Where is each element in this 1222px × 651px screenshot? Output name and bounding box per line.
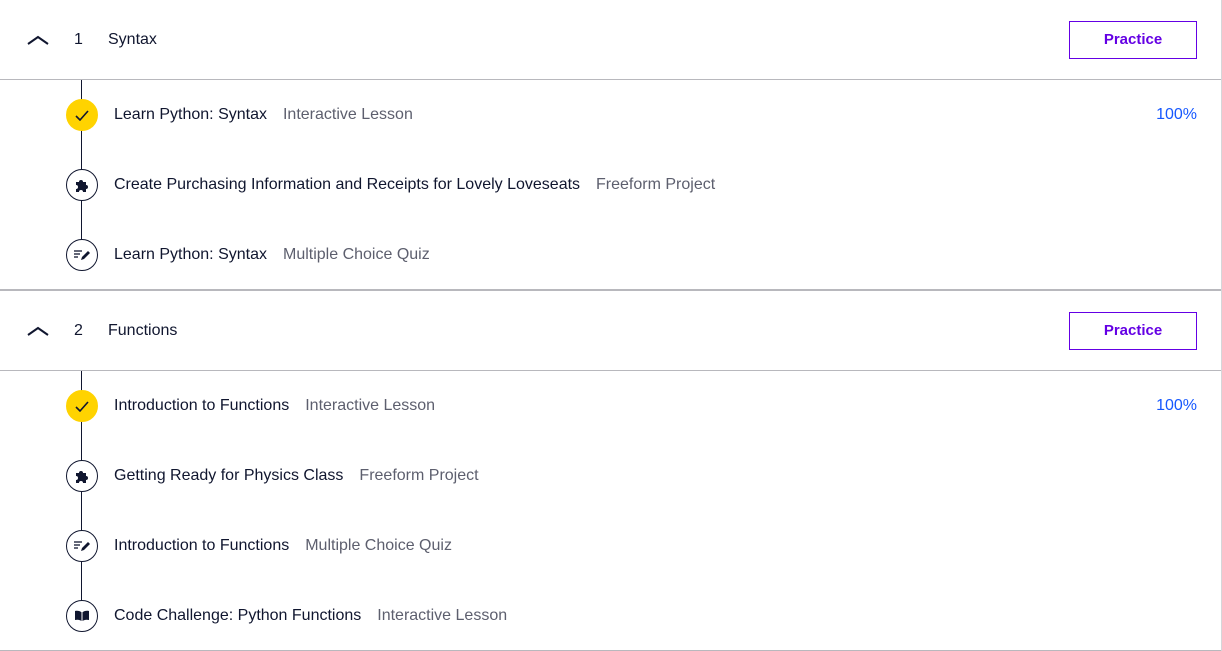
section-header[interactable]: 2 Functions Practice xyxy=(0,290,1221,371)
chevron-up-icon[interactable] xyxy=(26,33,50,47)
item-title[interactable]: Learn Python: Syntax xyxy=(114,106,267,124)
progress-percent: 100% xyxy=(1156,106,1197,123)
item-type: Interactive Lesson xyxy=(282,106,413,123)
puzzle-icon xyxy=(66,460,98,492)
item-type: Multiple Choice Quiz xyxy=(282,246,430,263)
section-functions: 2 Functions Practice Introduction to Fun… xyxy=(0,290,1221,651)
item-title[interactable]: Code Challenge: Python Functions xyxy=(114,607,361,625)
list-item[interactable]: Introduction to Functions Multiple Choic… xyxy=(0,511,1221,581)
list-item[interactable]: Code Challenge: Python Functions Interac… xyxy=(0,581,1221,651)
section-title: Functions xyxy=(108,321,178,339)
section-header[interactable]: 1 Syntax Practice xyxy=(0,0,1221,80)
practice-button[interactable]: Practice xyxy=(1069,311,1197,350)
progress-percent: 100% xyxy=(1156,397,1197,414)
syllabus-page: 1 Syntax Practice Learn Python: Syntax I… xyxy=(0,0,1222,651)
section-number: 1 xyxy=(74,30,83,48)
practice-button[interactable]: Practice xyxy=(1069,20,1197,59)
item-type: Interactive Lesson xyxy=(305,397,436,414)
item-type: Freeform Project xyxy=(359,467,479,484)
item-title[interactable]: Introduction to Functions xyxy=(114,537,289,555)
section-items: Introduction to Functions Interactive Le… xyxy=(0,371,1221,651)
item-title[interactable]: Getting Ready for Physics Class xyxy=(114,467,343,485)
list-item[interactable]: Introduction to Functions Interactive Le… xyxy=(0,371,1221,441)
list-item[interactable]: Create Purchasing Information and Receip… xyxy=(0,150,1221,220)
chevron-up-icon[interactable] xyxy=(26,324,50,338)
section-syntax: 1 Syntax Practice Learn Python: Syntax I… xyxy=(0,0,1221,290)
quiz-pencil-icon xyxy=(66,530,98,562)
section-items: Learn Python: Syntax Interactive Lesson … xyxy=(0,80,1221,290)
check-icon xyxy=(66,99,98,131)
section-number: 2 xyxy=(74,321,83,339)
list-item[interactable]: Learn Python: Syntax Multiple Choice Qui… xyxy=(0,220,1221,290)
puzzle-icon xyxy=(66,169,98,201)
item-title[interactable]: Learn Python: Syntax xyxy=(114,246,267,264)
book-icon xyxy=(66,600,98,632)
item-type: Interactive Lesson xyxy=(377,607,508,624)
item-type: Freeform Project xyxy=(596,176,716,193)
section-title: Syntax xyxy=(108,30,157,48)
quiz-pencil-icon xyxy=(66,239,98,271)
item-type: Multiple Choice Quiz xyxy=(305,537,452,554)
item-title[interactable]: Create Purchasing Information and Receip… xyxy=(114,176,580,194)
check-icon xyxy=(66,390,98,422)
list-item[interactable]: Learn Python: Syntax Interactive Lesson … xyxy=(0,80,1221,150)
list-item[interactable]: Getting Ready for Physics Class Freeform… xyxy=(0,441,1221,511)
item-title[interactable]: Introduction to Functions xyxy=(114,397,289,415)
